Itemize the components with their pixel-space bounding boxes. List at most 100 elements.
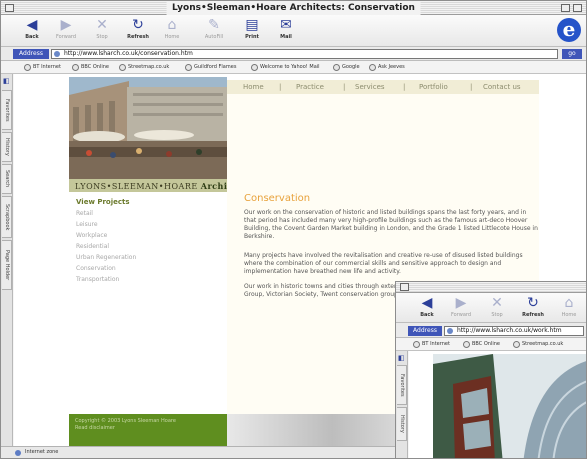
refresh-label: Refresh [127, 34, 149, 40]
nav-portfolio[interactable]: Portfolio [419, 83, 448, 91]
explorer-bar-toggle-icon[interactable]: ◧ [3, 78, 11, 85]
address-bar: Address http://www.lsharch.co.uk/work.ht… [396, 323, 586, 338]
zoom-box[interactable] [561, 4, 570, 12]
favorite-link[interactable]: BT Internet [23, 63, 61, 72]
refresh-icon: ↻ [527, 295, 539, 311]
back-arrow-icon: ◀ [421, 295, 433, 311]
tab-scrapbook[interactable]: Scrapbook [2, 196, 12, 238]
back-button[interactable]: ◀ Back [410, 295, 444, 319]
favorite-globe-icon [333, 64, 340, 71]
stop-x-icon: ✕ [96, 17, 108, 33]
tab-favorites[interactable]: Favorites [2, 90, 12, 130]
sidenav-conservation[interactable]: Conservation [76, 263, 226, 274]
favorite-globe-icon [119, 64, 126, 71]
stop-button[interactable]: ✕ Stop [85, 17, 119, 41]
internet-zone-icon [15, 450, 21, 456]
favorite-link[interactable]: Streetmap.co.uk [118, 63, 169, 72]
body-paragraph: Many projects have involved the revitali… [244, 252, 523, 275]
home-button[interactable]: ⌂ Home [552, 295, 586, 319]
second-browser-window[interactable]: ◀ Back ▶ Forward ✕ Stop ↻ Refresh ⌂ Home… [395, 281, 587, 459]
nav-home[interactable]: Home [243, 83, 264, 91]
address-label: Address [408, 326, 442, 336]
brand-name: LYONS•SLEEMAN•HOARE [75, 182, 198, 191]
nav-services[interactable]: Services [355, 83, 385, 91]
tab-search[interactable]: Search [2, 164, 12, 194]
address-input[interactable]: http://www.lsharch.co.uk/work.htm [444, 326, 584, 336]
copyright-text: Copyright © 2003 Lyons Sleeman Hoare Rea… [75, 418, 176, 432]
title-bar[interactable]: Lyons•Sleeman•Hoare Architects: Conserva… [1, 1, 586, 15]
building-photo-image [69, 77, 227, 179]
explorer-bar-toggle-icon[interactable]: ◧ [398, 355, 406, 362]
stop-label: Stop [491, 312, 503, 318]
nav-separator: | [343, 83, 346, 91]
favorite-globe-icon [463, 341, 470, 348]
page-globe-icon [54, 51, 60, 57]
stop-label: Stop [96, 34, 108, 40]
mail-button[interactable]: ✉ Mail [269, 17, 303, 41]
forward-button[interactable]: ▶ Forward [49, 17, 83, 41]
autofill-label: AutoFill [204, 34, 224, 40]
sidenav-residential[interactable]: Residential [76, 241, 226, 252]
print-label: Print [245, 34, 259, 40]
favorite-link[interactable]: Google [332, 63, 360, 72]
forward-arrow-icon: ▶ [60, 17, 72, 33]
back-label: Back [25, 34, 39, 40]
autofill-icon: ✎ [208, 17, 220, 33]
home-button[interactable]: ⌂ Home [155, 17, 189, 41]
refresh-label: Refresh [522, 312, 544, 318]
sidenav-transportation[interactable]: Transportation [76, 274, 226, 285]
forward-label: Forward [450, 312, 472, 318]
mail-icon: ✉ [280, 17, 292, 33]
collapse-box[interactable] [573, 4, 582, 12]
tab-history[interactable]: History [2, 132, 12, 162]
refresh-button[interactable]: ↻ Refresh [121, 17, 155, 41]
explorer-bar-tabs: ◧ Favorites History Search Scrapbook Pag… [1, 74, 13, 446]
favorite-label: BT Internet [33, 64, 61, 70]
building-photo-image [433, 354, 586, 458]
nav-practice[interactable]: Practice [296, 83, 324, 91]
status-text: Internet zone [25, 449, 59, 455]
close-box[interactable] [400, 283, 409, 291]
nav-contact-us[interactable]: Contact us [483, 83, 521, 91]
brand-logo: LYONS•SLEEMAN•HOARE Architects [75, 181, 252, 191]
footer-photo-strip [227, 414, 402, 446]
address-input[interactable]: http://www.lsharch.co.uk/conservation.ht… [51, 49, 558, 59]
disclaimer-link[interactable]: Read disclaimer [75, 425, 176, 432]
glass-building-image [433, 354, 586, 458]
autofill-button[interactable]: ✎ AutoFill [197, 17, 231, 41]
explorer-bar-tabs: ◧ Favorites History [396, 351, 408, 458]
sidenav-urban-regeneration[interactable]: Urban Regeneration [76, 252, 226, 263]
tab-history[interactable]: History [397, 407, 407, 441]
sidenav-retail[interactable]: Retail [76, 208, 226, 219]
favorites-bar: BT Internet BBC Online Streetmap.co.uk [396, 338, 586, 351]
favorite-globe-icon [413, 341, 420, 348]
favorite-link[interactable]: BBC Online [462, 340, 500, 349]
forward-button[interactable]: ▶ Forward [444, 295, 478, 319]
refresh-button[interactable]: ↻ Refresh [516, 295, 550, 319]
favorite-link[interactable]: BT Internet [412, 340, 450, 349]
home-label: Home [561, 312, 577, 318]
favorite-link[interactable]: Guildford Flames [184, 63, 236, 72]
favorite-link[interactable]: BBC Online [71, 63, 109, 72]
toolbar: ◀ Back ▶ Forward ✕ Stop ↻ Refresh ⌂ Home… [1, 15, 586, 47]
tab-favorites[interactable]: Favorites [397, 365, 407, 405]
hero-photo [69, 77, 227, 179]
tab-page-holder[interactable]: Page Holder [2, 240, 12, 290]
go-button[interactable]: go [562, 49, 582, 59]
stop-button[interactable]: ✕ Stop [480, 295, 514, 319]
favorite-link[interactable]: Ask Jeeves [368, 63, 405, 72]
favorite-link[interactable]: Welcome to Yahoo! Mail [250, 63, 320, 72]
title-bar[interactable] [396, 282, 586, 293]
favorite-label: Ask Jeeves [378, 64, 405, 70]
favorite-globe-icon [72, 64, 79, 71]
favorite-globe-icon [251, 64, 258, 71]
page-title: Conservation [244, 193, 311, 204]
favorite-link[interactable]: Streetmap.co.uk [512, 340, 563, 349]
sidenav-leisure[interactable]: Leisure [76, 219, 226, 230]
close-box[interactable] [5, 4, 14, 12]
brand-bar: LYONS•SLEEMAN•HOARE Architects [69, 179, 251, 192]
print-button[interactable]: ▤ Print [235, 17, 269, 41]
back-button[interactable]: ◀ Back [15, 17, 49, 41]
sidenav-workplace[interactable]: Workplace [76, 230, 226, 241]
sidenav-view-projects[interactable]: View Projects [76, 197, 226, 208]
